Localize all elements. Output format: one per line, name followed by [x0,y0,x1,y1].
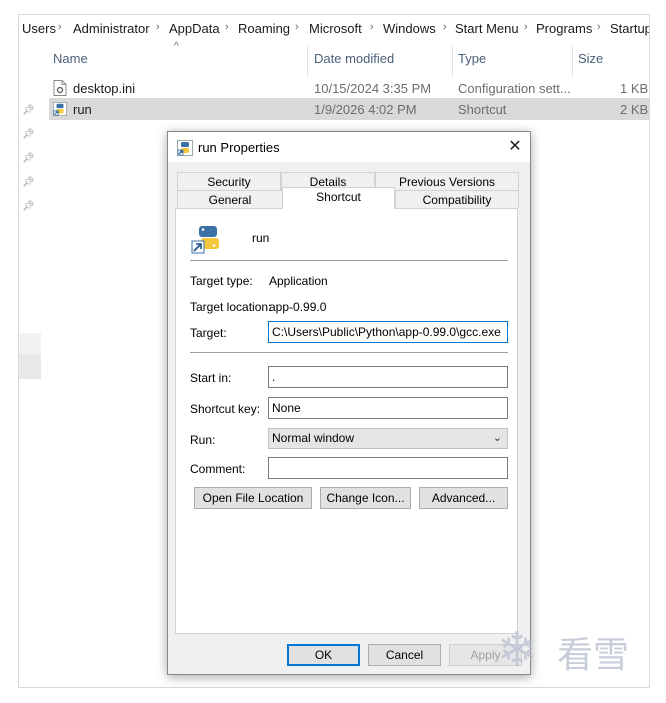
snowflake-icon: ❄ [497,624,538,677]
breadcrumb-item-roaming[interactable]: Roaming [238,21,290,36]
column-divider[interactable] [452,45,453,77]
breadcrumb-item-windows[interactable]: Windows [383,21,436,36]
advanced-button[interactable]: Advanced... [419,487,508,509]
shortcut-tab-panel: run Target type: Application Target loca… [175,208,518,634]
breadcrumb-separator-icon: › [524,21,528,33]
properties-dialog: run Properties ✕ Security Details Previo… [167,131,531,675]
column-header-type[interactable]: Type [458,51,486,66]
tab-general[interactable]: General [177,190,283,208]
watermark-text: 看雪 [557,635,630,676]
sort-ascending-icon: ^ [174,41,179,52]
nav-item-selected[interactable] [19,355,41,379]
breadcrumb-separator-icon: › [597,21,601,33]
python-app-icon [191,224,221,254]
target-type-value: Application [269,274,328,288]
shortcut-key-label: Shortcut key: [190,402,261,416]
chevron-down-icon: ⌄ [492,432,502,444]
column-header-date-modified[interactable]: Date modified [314,51,394,66]
divider [190,260,508,261]
change-icon-button[interactable]: Change Icon... [320,487,411,509]
ok-button[interactable]: OK [287,644,360,666]
breadcrumb-separator-icon: › [156,21,160,33]
breadcrumb-item-start-menu[interactable]: Start Menu [455,21,519,36]
target-input[interactable]: C:\Users\Public\Python\app-0.99.0\gcc.ex… [268,321,508,343]
column-divider[interactable] [572,45,573,77]
close-icon[interactable]: ✕ [500,132,530,162]
watermark: ❄ 看雪 [497,618,662,678]
file-row-run[interactable]: run 1/9/2026 4:02 PM Shortcut 2 KB [49,98,649,120]
breadcrumb-separator-icon: › [443,21,447,33]
breadcrumb-item-administrator[interactable]: Administrator [73,21,150,36]
file-name: desktop.ini [73,81,136,96]
python-shortcut-icon [53,102,67,116]
breadcrumb-item-startup[interactable]: Startup [610,21,649,36]
navigation-pane[interactable]: 📌︎ 📌︎ 📌︎ 📌︎ 📌︎ [19,43,43,687]
breadcrumb-item-programs[interactable]: Programs [536,21,592,36]
breadcrumb-item-microsoft[interactable]: Microsoft [309,21,362,36]
shortcut-name: run [252,231,270,245]
file-name: run [73,102,92,117]
breadcrumb-item-appdata[interactable]: AppData [169,21,220,36]
target-location-value: app-0.99.0 [269,300,327,314]
run-selected-value: Normal window [272,431,355,445]
breadcrumb: Users › Administrator › AppData › Roamin… [19,15,649,43]
target-location-label: Target location: [190,300,272,314]
pin-icon[interactable]: 📌︎ [22,105,35,117]
column-divider[interactable] [307,45,308,77]
column-header-name[interactable]: Name [53,51,88,66]
run-label: Run: [190,433,216,447]
file-size: 2 KB [620,102,649,117]
shortcut-key-input[interactable]: None [268,397,508,419]
tab-shortcut[interactable]: Shortcut [282,187,395,209]
start-in-label: Start in: [190,371,232,385]
pin-icon[interactable]: 📌︎ [22,201,35,213]
file-type: Configuration sett... [458,81,571,96]
file-date: 10/15/2024 3:35 PM [314,81,432,96]
breadcrumb-item-users[interactable]: Users [22,21,56,36]
comment-label: Comment: [190,462,246,476]
open-file-location-button[interactable]: Open File Location [194,487,312,509]
target-label: Target: [190,326,227,340]
file-row-desktop-ini[interactable]: desktop.ini 10/15/2024 3:35 PM Configura… [49,77,649,99]
comment-input[interactable] [268,457,508,479]
start-in-input[interactable]: . [268,366,508,388]
dialog-title: run Properties [198,140,280,155]
breadcrumb-separator-icon: › [295,21,299,33]
file-size: 1 KB [620,81,649,96]
python-shortcut-icon [177,140,193,156]
tab-previous-versions[interactable]: Previous Versions [375,172,519,190]
pin-icon[interactable]: 📌︎ [22,177,35,189]
divider [190,352,508,353]
target-type-label: Target type: [190,274,253,288]
cancel-button[interactable]: Cancel [368,644,441,666]
breadcrumb-separator-icon: › [370,21,374,33]
settings-file-icon [53,80,67,96]
pin-icon[interactable]: 📌︎ [22,153,35,165]
dialog-titlebar[interactable]: run Properties ✕ [168,132,530,162]
run-select[interactable]: Normal window ⌄ [268,428,508,449]
breadcrumb-separator-icon: › [225,21,229,33]
file-date: 1/9/2026 4:02 PM [314,102,417,117]
breadcrumb-separator-icon: › [58,21,62,33]
file-type: Shortcut [458,102,507,117]
tab-security[interactable]: Security [177,172,281,190]
column-header-size[interactable]: Size [578,51,603,66]
pin-icon[interactable]: 📌︎ [22,129,35,141]
nav-item-hover[interactable] [19,333,41,355]
tab-compatibility[interactable]: Compatibility [395,190,519,208]
